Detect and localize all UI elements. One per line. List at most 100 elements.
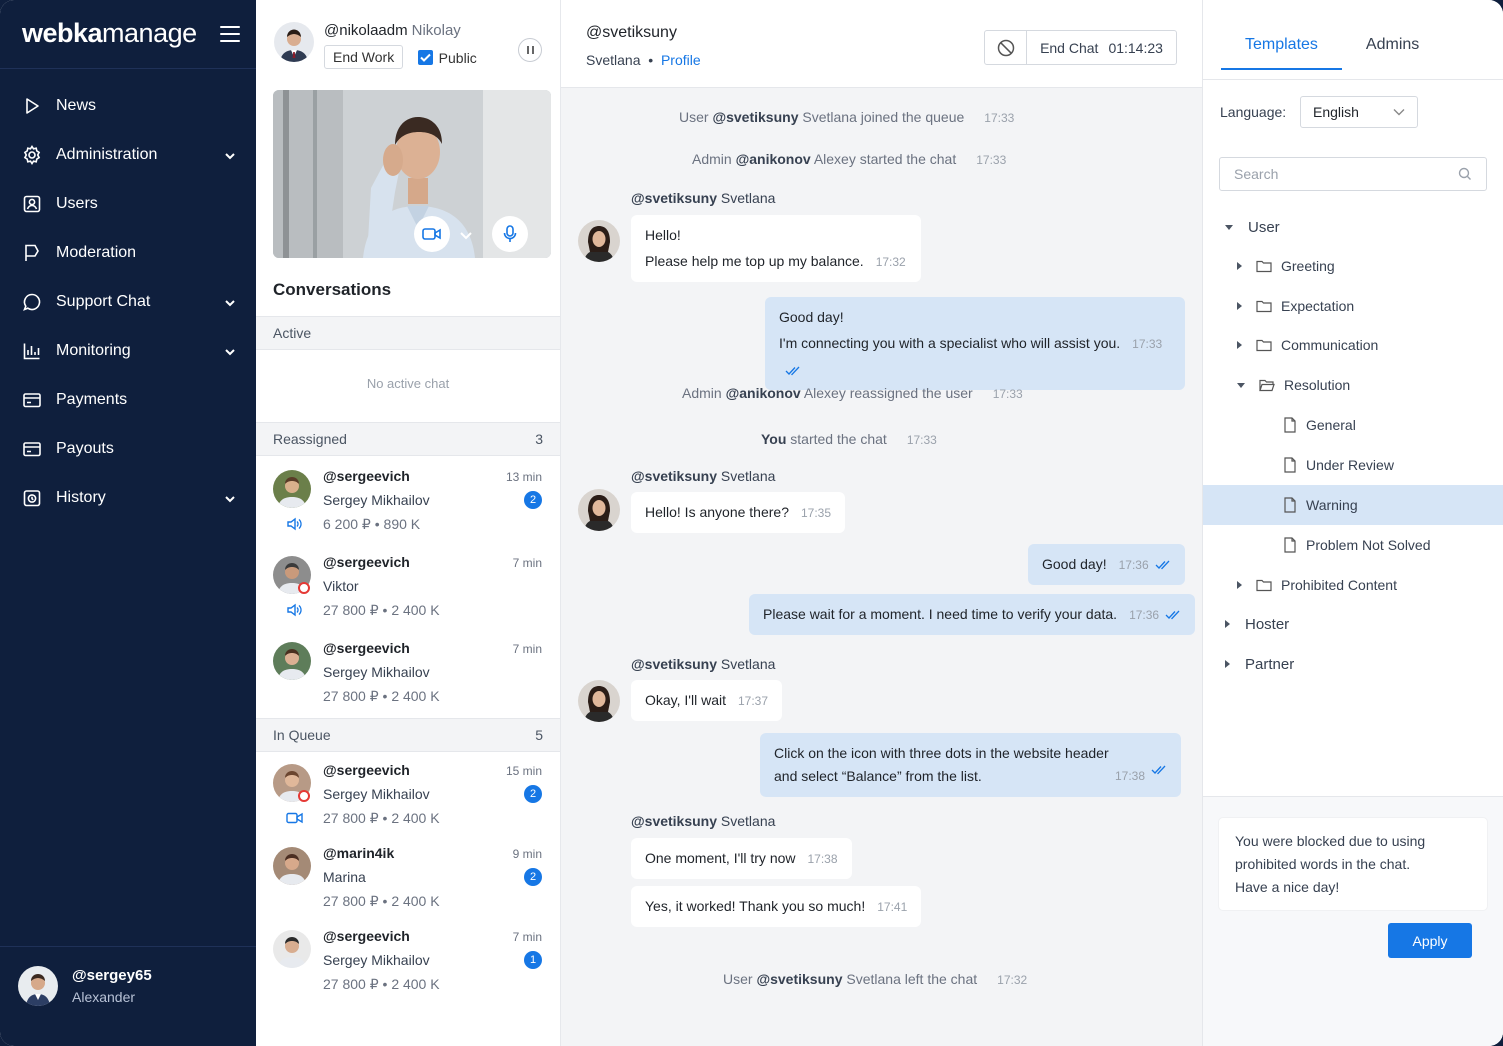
nav-item-moderation[interactable]: Moderation	[0, 233, 256, 273]
caret-right-icon[interactable]	[1237, 302, 1242, 310]
conversation-time: 15 min	[505, 764, 542, 778]
nav-item-administration[interactable]: Administration	[0, 135, 256, 175]
amount-secondary: 2 400 K	[391, 810, 440, 826]
conversation-handle: @sergeevich	[323, 762, 410, 778]
nav-item-payments[interactable]: Payments	[0, 380, 256, 420]
incoming-message[interactable]: Yes, it worked! Thank you so much! 17:41	[631, 886, 922, 927]
outgoing-message[interactable]: Please wait for a moment. I need time to…	[749, 594, 1196, 635]
chevron-down-icon[interactable]	[459, 228, 473, 246]
nav-item-monitoring[interactable]: Monitoring	[0, 331, 256, 371]
system-text: started the chat	[790, 431, 887, 447]
public-checkbox[interactable]: Public	[417, 50, 477, 66]
message-text: Hello! Is anyone there?	[645, 504, 789, 520]
nav-item-support-chat[interactable]: Support Chat	[0, 282, 256, 322]
conversation-item[interactable]: @marin4ik Marina 27 800 ₽ • 2 400 K 9 min 2	[256, 833, 560, 919]
chat-timer: 01:14:23	[1108, 39, 1163, 56]
section-label: Reassigned	[273, 431, 347, 447]
incoming-message[interactable]: Hello! Is anyone there? 17:35	[631, 492, 846, 533]
live-indicator-icon	[298, 790, 310, 802]
template-node-file[interactable]: Warning	[1203, 485, 1503, 525]
system-actor: @svetiksuny	[756, 971, 843, 987]
system-prefix: Admin	[692, 151, 732, 167]
nav-item-users[interactable]: Users	[0, 184, 256, 224]
template-node-root[interactable]: User	[1203, 207, 1503, 247]
incoming-message[interactable]: One moment, I'll try now 17:38	[631, 838, 852, 879]
document-icon	[1284, 537, 1296, 553]
chat-header: @svetiksuny Svetlana • Profile End Chat 0…	[561, 0, 1202, 88]
tab-templates[interactable]: Templates	[1221, 36, 1342, 70]
message-line: One moment, I'll try now 17:38	[645, 845, 838, 872]
conversation-item[interactable]: @sergeevich Sergey Mikhailov 27 800 ₽ • 2 …	[256, 628, 560, 714]
conversation-item[interactable]: @sergeevich Sergey Mikhailov 6 200 ₽ • 890…	[256, 456, 560, 542]
pause-button[interactable]	[518, 38, 542, 62]
nav-item-news[interactable]: News	[0, 86, 256, 126]
conversation-item[interactable]: @sergeevich Sergey Mikhailov 27 800 ₽ • 2 …	[256, 750, 560, 836]
template-node-root[interactable]: Hoster	[1203, 604, 1503, 644]
template-node-file[interactable]: General	[1203, 405, 1503, 445]
end-work-button[interactable]: End Work	[324, 45, 404, 69]
conversation-handle: @sergeevich	[323, 554, 410, 570]
nav-item-history[interactable]: History	[0, 478, 256, 518]
hamburger-menu-icon[interactable]	[220, 26, 240, 42]
caret-right-icon[interactable]	[1225, 620, 1230, 628]
message-text: I'm connecting you with a specialist who…	[779, 335, 1121, 351]
message-line: Hello!	[645, 222, 907, 248]
section-in-queue[interactable]: In Queue 5	[256, 718, 560, 752]
conversation-item[interactable]: @sergeevich Sergey Mikhailov 27 800 ₽ • 2 …	[256, 916, 560, 1002]
profile-link[interactable]: Profile	[661, 52, 701, 68]
template-node-folder[interactable]: Resolution	[1203, 365, 1503, 405]
unread-badge: 2	[524, 491, 542, 509]
incoming-message[interactable]: Okay, I'll wait 17:37	[631, 680, 783, 721]
template-node-label: Prohibited Content	[1281, 577, 1397, 593]
microphone-toggle-button[interactable]	[492, 216, 528, 252]
template-node-folder[interactable]: Communication	[1203, 325, 1503, 365]
template-node-root[interactable]: Partner	[1203, 644, 1503, 684]
nav-item-payouts[interactable]: Payouts	[0, 429, 256, 469]
end-chat-button[interactable]: End Chat 01:14:23	[1027, 31, 1176, 64]
caret-right-icon[interactable]	[1237, 262, 1242, 270]
conversation-amounts: 6 200 ₽ • 890 K	[323, 516, 421, 532]
template-node-file[interactable]: Problem Not Solved	[1203, 525, 1503, 565]
incoming-message[interactable]: Hello! Please help me top up my balance. 1…	[631, 215, 921, 282]
microphone-icon	[503, 225, 517, 242]
caret-down-icon[interactable]	[1237, 382, 1245, 388]
message-line: Hello! Is anyone there? 17:35	[645, 499, 831, 526]
caret-down-icon[interactable]	[1225, 224, 1233, 230]
caret-right-icon[interactable]	[1225, 660, 1230, 668]
caret-right-icon[interactable]	[1237, 581, 1242, 589]
caret-right-icon[interactable]	[1237, 341, 1242, 349]
message-time: 17:41	[877, 900, 908, 914]
section-label: Active	[273, 325, 312, 341]
language-select[interactable]: English	[1300, 96, 1418, 128]
outgoing-message[interactable]: Good day! 17:36	[1028, 544, 1185, 585]
section-reassigned[interactable]: Reassigned 3	[256, 422, 560, 456]
conversation-time: 7 min	[512, 930, 542, 944]
template-node-file[interactable]: Under Review	[1203, 445, 1503, 485]
chat-user-name: Svetlana	[586, 52, 641, 68]
conversation-name: Sergey Mikhailov	[323, 786, 430, 802]
system-time: 17:33	[976, 153, 1007, 167]
template-node-folder[interactable]: Expectation	[1203, 286, 1503, 326]
templates-panel: Templates Admins Language: English Searc…	[1202, 0, 1503, 1046]
end-chat-control: End Chat 01:14:23	[984, 30, 1177, 65]
block-user-button[interactable]	[985, 31, 1027, 64]
template-node-label: Hoster	[1245, 615, 1290, 633]
outgoing-message[interactable]: Good day! I'm connecting you with a speci…	[765, 297, 1185, 390]
conversation-amounts: 27 800 ₽ • 2 400 K	[323, 976, 440, 992]
template-search-input[interactable]: Search	[1219, 157, 1487, 191]
conversation-item[interactable]: @sergeevich Viktor 27 800 ₽ • 2 400 K 7 min	[256, 542, 560, 628]
brand-logo[interactable]: webkamanage	[22, 18, 197, 49]
template-node-folder[interactable]: Prohibited Content	[1203, 565, 1503, 605]
tab-admins[interactable]: Admins	[1342, 36, 1443, 70]
amount-primary: 27 800 ₽	[323, 810, 379, 826]
apply-button[interactable]: Apply	[1388, 923, 1472, 958]
current-user[interactable]: @sergey65 Alexander	[18, 966, 152, 1006]
avatar	[273, 930, 311, 968]
conversations-title: Conversations	[273, 280, 392, 299]
camera-toggle-button[interactable]	[414, 216, 450, 252]
outgoing-message[interactable]: Click on the icon with three dots in the…	[760, 733, 1181, 797]
sidebar-divider	[0, 946, 256, 947]
template-node-folder[interactable]: Greeting	[1203, 246, 1503, 286]
sender-handle: @svetiksuny	[631, 190, 718, 206]
message-time: 17:36	[1118, 558, 1149, 572]
